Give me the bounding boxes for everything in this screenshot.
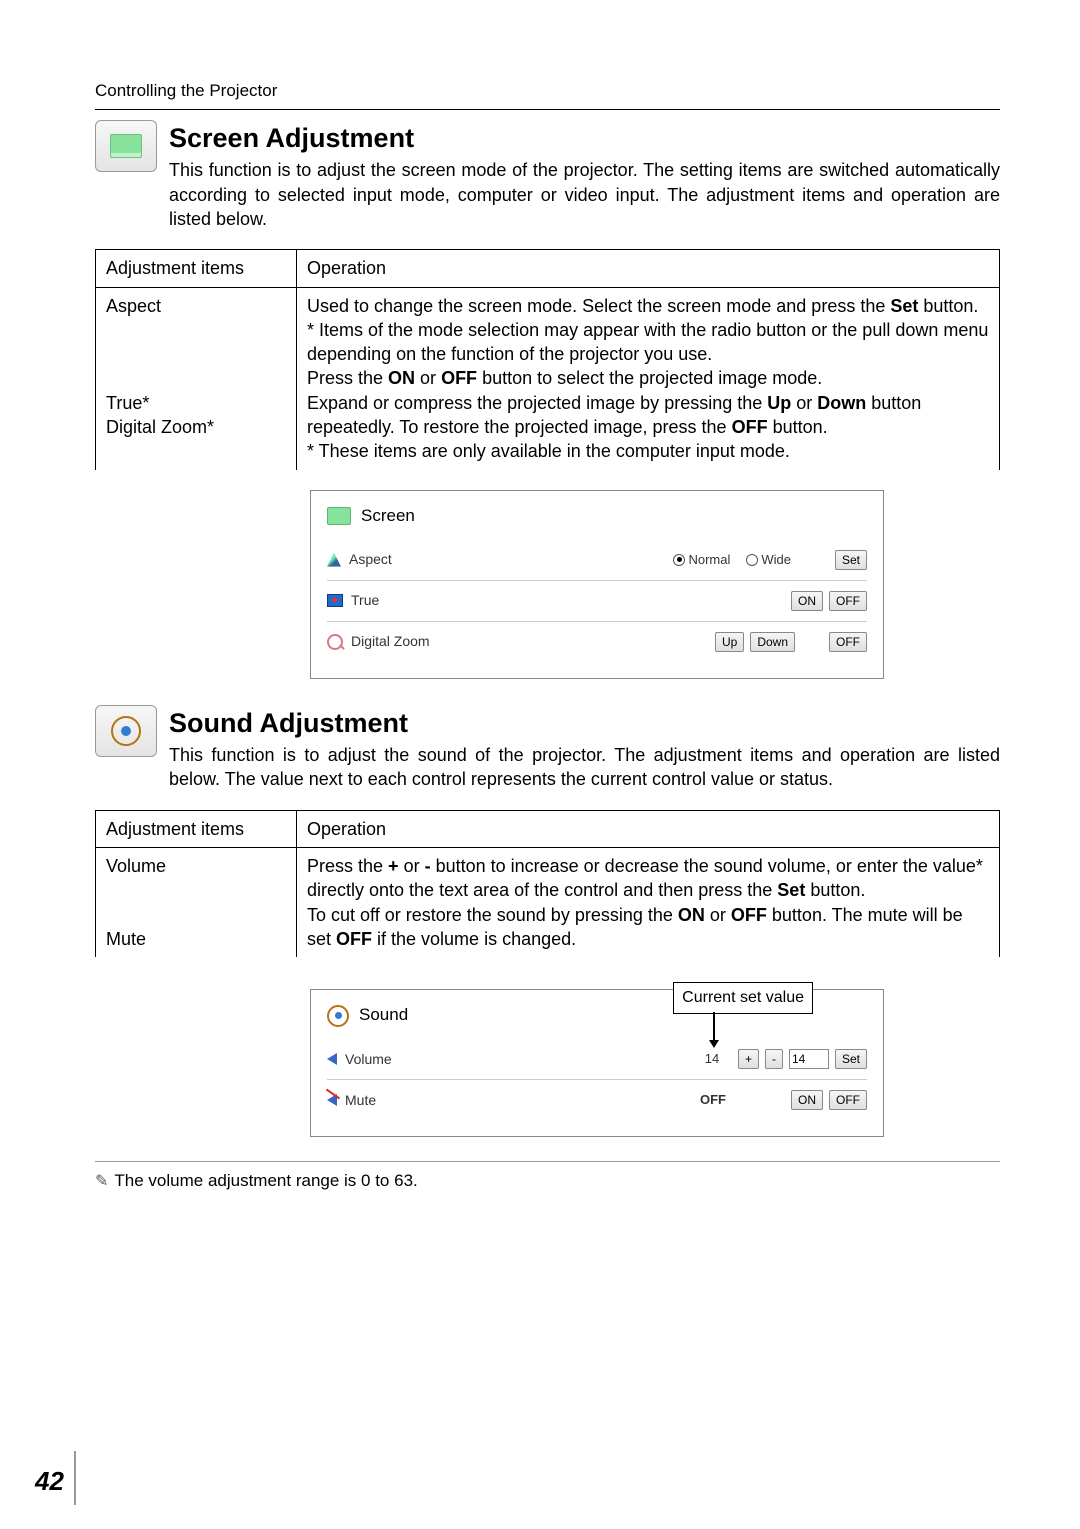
op-text: Expand or compress the projected image b… bbox=[307, 393, 767, 413]
row-label: True bbox=[351, 591, 379, 610]
item-label: True* bbox=[106, 393, 149, 413]
volume-set-button[interactable]: Set bbox=[835, 1049, 867, 1069]
zoom-icon bbox=[327, 634, 343, 650]
row-label: Aspect bbox=[349, 550, 392, 569]
aspect-wide-radio[interactable]: Wide bbox=[746, 551, 791, 569]
op-bold: Set bbox=[777, 880, 805, 900]
section-desc: This function is to adjust the sound of … bbox=[169, 743, 1000, 792]
col-header: Operation bbox=[297, 250, 1000, 287]
op-bold: OFF bbox=[441, 368, 477, 388]
mute-on-button[interactable]: ON bbox=[791, 1090, 823, 1110]
op-bold: ON bbox=[678, 905, 705, 925]
op-text: if the volume is changed. bbox=[372, 929, 576, 949]
op-text: or bbox=[791, 393, 817, 413]
aspect-normal-radio[interactable]: Normal bbox=[673, 551, 730, 569]
section-title-screen: Screen Adjustment bbox=[169, 120, 1000, 156]
screen-control-panel: Screen Aspect Normal Wide Set True ON OF… bbox=[310, 490, 884, 679]
sound-icon bbox=[95, 705, 157, 757]
sound-adjustment-table: Adjustment items Operation Volume Mute P… bbox=[95, 810, 1000, 957]
col-header: Adjustment items bbox=[96, 810, 297, 847]
true-on-button[interactable]: ON bbox=[791, 591, 823, 611]
screen-icon bbox=[327, 507, 351, 525]
op-text: Used to change the screen mode. Select t… bbox=[307, 296, 890, 316]
op-text: Press the bbox=[307, 368, 388, 388]
mute-off-button[interactable]: OFF bbox=[829, 1090, 867, 1110]
op-text: button to select the projected image mod… bbox=[477, 368, 822, 388]
item-label: Digital Zoom* bbox=[106, 417, 214, 437]
breadcrumb: Controlling the Projector bbox=[95, 80, 1000, 103]
item-label: Volume bbox=[106, 856, 166, 876]
true-off-button[interactable]: OFF bbox=[829, 591, 867, 611]
callout-arrow-icon bbox=[713, 1012, 715, 1046]
op-text: Press the bbox=[307, 856, 388, 876]
op-bold: ON bbox=[388, 368, 415, 388]
page-number-divider bbox=[74, 1451, 76, 1505]
op-bold: OFF bbox=[336, 929, 372, 949]
op-text: or bbox=[415, 368, 441, 388]
op-bold: + bbox=[388, 856, 399, 876]
item-label: Aspect bbox=[106, 296, 161, 316]
section-desc: This function is to adjust the screen mo… bbox=[169, 158, 1000, 231]
op-text: To cut off or restore the sound by press… bbox=[307, 905, 678, 925]
op-text: button. bbox=[768, 417, 828, 437]
op-text: button. bbox=[805, 880, 865, 900]
col-header: Operation bbox=[297, 810, 1000, 847]
row-label: Digital Zoom bbox=[351, 632, 430, 651]
row-label: Volume bbox=[345, 1050, 392, 1069]
zoom-up-button[interactable]: Up bbox=[715, 632, 744, 652]
screen-adjustment-table: Adjustment items Operation Aspect True* … bbox=[95, 249, 1000, 469]
op-text: or bbox=[399, 856, 425, 876]
op-bold: Set bbox=[890, 296, 918, 316]
zoom-off-button[interactable]: OFF bbox=[829, 632, 867, 652]
screen-icon bbox=[95, 120, 157, 172]
mute-status: OFF bbox=[693, 1091, 733, 1109]
op-bold: Up bbox=[767, 393, 791, 413]
mute-icon bbox=[327, 1094, 337, 1106]
col-header: Adjustment items bbox=[96, 250, 297, 287]
volume-icon bbox=[327, 1053, 337, 1065]
volume-current-value: 14 bbox=[692, 1050, 732, 1068]
panel-title: Screen bbox=[361, 505, 415, 528]
row-label: Mute bbox=[345, 1091, 376, 1110]
zoom-down-button[interactable]: Down bbox=[750, 632, 795, 652]
sound-icon bbox=[327, 1005, 349, 1027]
op-bold: Down bbox=[817, 393, 866, 413]
op-text: or bbox=[705, 905, 731, 925]
sound-control-panel: Current set value Sound Volume 14 + - Se… bbox=[310, 989, 884, 1137]
panel-title: Sound bbox=[359, 1004, 408, 1027]
page-number: 42 bbox=[35, 1464, 64, 1499]
pencil-icon: ✎ bbox=[95, 1173, 108, 1190]
volume-plus-button[interactable]: + bbox=[738, 1049, 759, 1069]
volume-input[interactable] bbox=[789, 1049, 829, 1069]
aspect-icon bbox=[327, 553, 341, 567]
divider bbox=[95, 1161, 1000, 1162]
aspect-set-button[interactable]: Set bbox=[835, 550, 867, 570]
op-bold: OFF bbox=[731, 905, 767, 925]
volume-minus-button[interactable]: - bbox=[765, 1049, 783, 1069]
true-icon bbox=[327, 594, 343, 607]
footnote: ✎The volume adjustment range is 0 to 63. bbox=[95, 1170, 1000, 1193]
divider bbox=[95, 109, 1000, 110]
section-title-sound: Sound Adjustment bbox=[169, 705, 1000, 741]
op-bold: OFF bbox=[732, 417, 768, 437]
item-label: Mute bbox=[106, 929, 146, 949]
op-footnote: * These items are only available in the … bbox=[307, 441, 790, 461]
callout-current-value: Current set value bbox=[673, 982, 813, 1014]
